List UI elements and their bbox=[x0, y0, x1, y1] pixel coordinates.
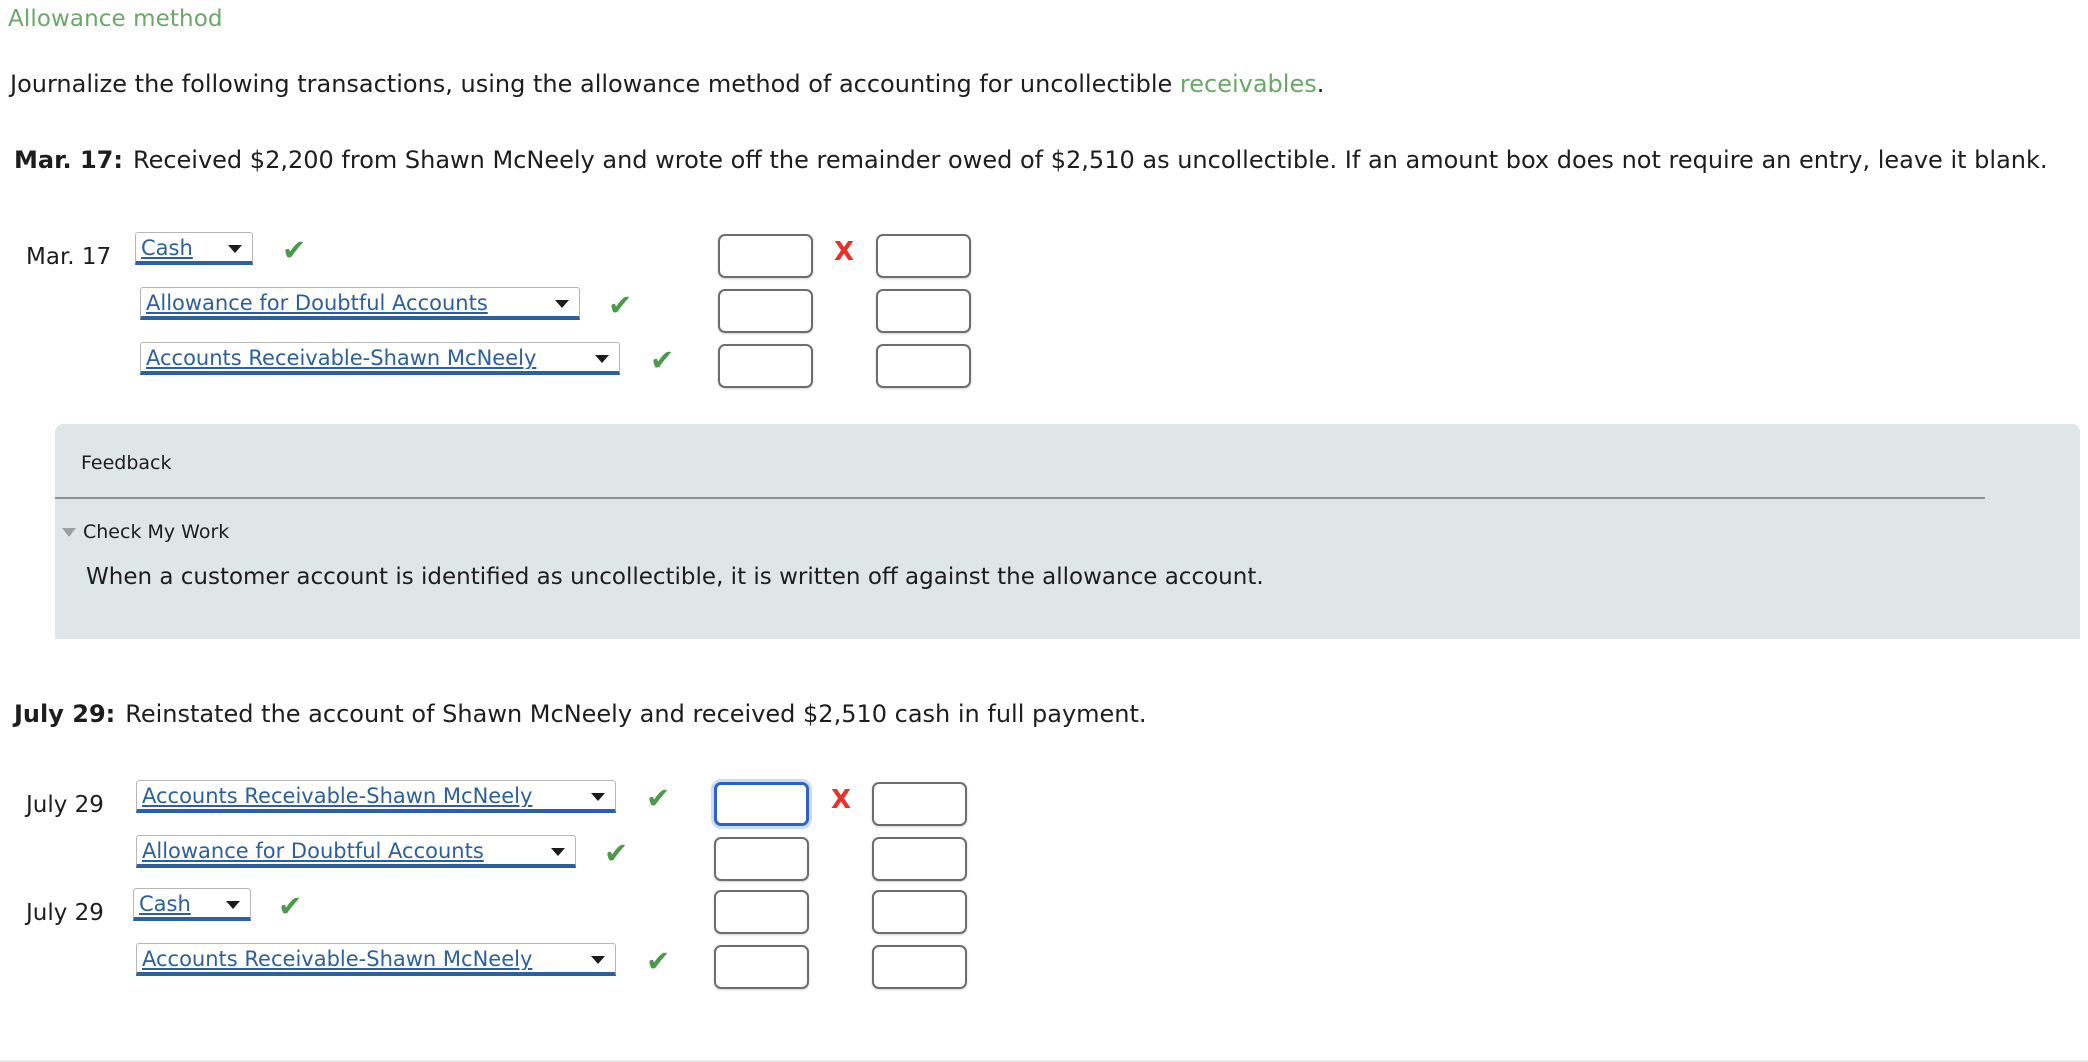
feedback-divider bbox=[55, 497, 1985, 499]
page-title: Allowance method bbox=[8, 6, 223, 32]
debit-amount-input[interactable] bbox=[718, 344, 813, 388]
account-select-wrapper: Cash bbox=[135, 232, 253, 265]
debit-amount-input[interactable] bbox=[714, 837, 809, 881]
account-select-wrapper: Allowance for Doubtful Accounts bbox=[136, 835, 576, 868]
feedback-body-text: When a customer account is identified as… bbox=[86, 564, 1264, 590]
status-check-icon: ✔ bbox=[646, 781, 671, 815]
debit-amount-input[interactable] bbox=[718, 289, 813, 333]
account-select-cash[interactable]: Cash bbox=[135, 232, 253, 265]
account-select-ar-shawn-mcneely[interactable]: Accounts Receivable-Shawn McNeely bbox=[136, 943, 616, 976]
account-select-ar-shawn-mcneely[interactable]: Accounts Receivable-Shawn McNeely bbox=[140, 342, 620, 375]
entry-date: Mar. 17 bbox=[26, 244, 112, 270]
transaction-date-label: Mar. 17: bbox=[14, 146, 123, 174]
account-select-wrapper: Accounts Receivable-Shawn McNeely bbox=[136, 943, 616, 976]
status-check-icon: ✔ bbox=[608, 288, 633, 322]
entry-date: July 29 bbox=[26, 900, 104, 926]
transaction-description: Reinstated the account of Shawn McNeely … bbox=[125, 700, 1147, 728]
credit-amount-input[interactable] bbox=[876, 344, 971, 388]
status-check-icon: ✔ bbox=[604, 836, 629, 870]
account-select-wrapper: Accounts Receivable-Shawn McNeely bbox=[140, 342, 620, 375]
status-check-icon: ✔ bbox=[650, 343, 675, 377]
credit-amount-input[interactable] bbox=[872, 837, 967, 881]
account-select-wrapper: Accounts Receivable-Shawn McNeely bbox=[136, 780, 616, 813]
status-check-icon: ✔ bbox=[282, 233, 307, 267]
receivables-keyword: receivables bbox=[1179, 70, 1317, 98]
debit-amount-input[interactable] bbox=[714, 890, 809, 934]
instructions-text-after: . bbox=[1316, 70, 1325, 98]
status-check-icon: ✔ bbox=[278, 889, 303, 923]
entry-date: July 29 bbox=[26, 792, 104, 818]
account-select-ar-shawn-mcneely[interactable]: Accounts Receivable-Shawn McNeely bbox=[136, 780, 616, 813]
transaction-prompt-mar-17: Mar. 17: Received $2,200 from Shawn McNee… bbox=[14, 146, 2048, 174]
debit-amount-input[interactable] bbox=[718, 234, 813, 278]
status-x-icon: X bbox=[834, 237, 855, 267]
transaction-prompt-july-29: July 29: Reinstated the account of Shawn … bbox=[14, 700, 1147, 728]
debit-amount-input[interactable] bbox=[714, 945, 809, 989]
status-x-icon: X bbox=[831, 785, 852, 815]
triangle-down-icon[interactable] bbox=[62, 527, 76, 537]
account-select-allowance-doubtful[interactable]: Allowance for Doubtful Accounts bbox=[140, 287, 580, 320]
credit-amount-input[interactable] bbox=[872, 945, 967, 989]
status-check-icon: ✔ bbox=[646, 944, 671, 978]
check-my-work-label: Check My Work bbox=[83, 521, 230, 543]
transaction-date-label: July 29: bbox=[14, 700, 116, 728]
credit-amount-input[interactable] bbox=[872, 890, 967, 934]
account-select-allowance-doubtful[interactable]: Allowance for Doubtful Accounts bbox=[136, 835, 576, 868]
account-select-cash[interactable]: Cash bbox=[133, 888, 251, 921]
instructions-text-before: Journalize the following transactions, u… bbox=[10, 70, 1180, 98]
credit-amount-input[interactable] bbox=[876, 234, 971, 278]
credit-amount-input[interactable] bbox=[876, 289, 971, 333]
feedback-title: Feedback bbox=[81, 452, 172, 474]
check-my-work-toggle[interactable]: Check My Work bbox=[62, 521, 229, 543]
account-select-wrapper: Cash bbox=[133, 888, 251, 921]
feedback-panel: Feedback Check My Work When a customer a… bbox=[55, 424, 2080, 639]
transaction-description: Received $2,200 from Shawn McNeely and w… bbox=[132, 146, 2048, 174]
debit-amount-input[interactable] bbox=[714, 782, 809, 826]
instructions-line: Journalize the following transactions, u… bbox=[10, 70, 1324, 98]
credit-amount-input[interactable] bbox=[872, 782, 967, 826]
account-select-wrapper: Allowance for Doubtful Accounts bbox=[140, 287, 580, 320]
